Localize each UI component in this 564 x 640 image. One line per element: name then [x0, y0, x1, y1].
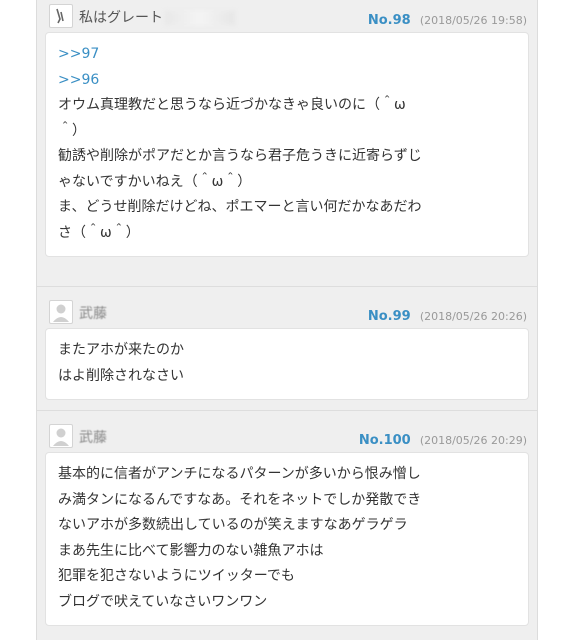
- post-99: 武藤 No.99 (2018/05/26 20:26) またアホが来たのか はよ…: [45, 296, 529, 400]
- post-meta: No.98 (2018/05/26 19:58): [368, 9, 527, 28]
- post-text-line: ま、どうせ削除だけどね、ポエマーと言い何だかなあだわ: [58, 199, 422, 215]
- thread-container: 私はグレート No.98 (2018/05/26 19:58) >>97 >>9…: [36, 0, 538, 640]
- post-text-line: またアホが来たのか: [58, 342, 184, 358]
- default-avatar-icon[interactable]: [49, 300, 73, 324]
- post-body: 基本的に信者がアンチになるパターンが多いから恨み憎し み満タンになるんですなあ。…: [45, 452, 529, 626]
- post-100: 武藤 No.100 (2018/05/26 20:29) 基本的に信者がアンチに…: [45, 420, 529, 626]
- post-header: 武藤 No.99 (2018/05/26 20:26): [45, 296, 529, 324]
- reply-anchor-link[interactable]: >>97: [58, 42, 516, 68]
- poster-name[interactable]: 武藤: [79, 303, 107, 323]
- post-date: (2018/05/26 20:29): [419, 434, 527, 447]
- post-text-line: 勧誘や削除がポアだとか言うなら君子危うきに近寄らずじ: [58, 148, 422, 164]
- post-text-line: ゃないですかいねえ（＾ω＾）: [58, 173, 252, 190]
- post-text-line: さ（＾ω＾）: [58, 224, 140, 241]
- post-text-line: まあ先生に比べて影響力のない雑魚アホは: [58, 542, 324, 559]
- post-text-line: ないアホが多数続出しているのが笑えますなあゲラゲラ: [58, 517, 408, 533]
- post-text-line: ＾）: [58, 122, 86, 139]
- default-avatar-icon[interactable]: [49, 424, 73, 448]
- post-text-line: 基本的に信者がアンチになるパターンが多いから恨み憎し: [58, 466, 421, 482]
- post-date: (2018/05/26 20:26): [419, 310, 527, 323]
- post-text-line: 犯罪を犯さないようにツイッターでも: [58, 568, 295, 584]
- post-divider: [37, 286, 537, 287]
- post-number[interactable]: No.98: [368, 13, 411, 28]
- post-number[interactable]: No.99: [368, 309, 411, 324]
- post-number[interactable]: No.100: [359, 433, 411, 448]
- post-divider: [37, 410, 537, 411]
- post-98: 私はグレート No.98 (2018/05/26 19:58) >>97 >>9…: [45, 0, 529, 257]
- post-meta: No.100 (2018/05/26 20:29): [359, 429, 527, 448]
- reply-anchor-link[interactable]: >>96: [58, 68, 516, 94]
- post-text-line: オウム真理教だと思うなら近づかなきゃ良いのに（＾ω: [58, 97, 406, 113]
- redacted-name-blur: [165, 11, 235, 25]
- post-text-line: み満タンになるんですなあ。それをネットでしか発散でき: [58, 491, 422, 508]
- poster-name[interactable]: 武藤: [79, 427, 107, 447]
- post-meta: No.99 (2018/05/26 20:26): [368, 305, 527, 324]
- post-text-line: ブログで吠えていなさいワンワン: [58, 593, 268, 610]
- post-date: (2018/05/26 19:58): [419, 14, 527, 27]
- post-header: 私はグレート No.98 (2018/05/26 19:58): [45, 0, 529, 28]
- post-header: 武藤 No.100 (2018/05/26 20:29): [45, 420, 529, 448]
- post-body: またアホが来たのか はよ削除されなさい: [45, 328, 529, 400]
- post-body: >>97 >>96 オウム真理教だと思うなら近づかなきゃ良いのに（＾ω ＾） 勧…: [45, 32, 529, 257]
- poster-name[interactable]: 私はグレート: [79, 7, 235, 27]
- post-text-line: はよ削除されなさい: [58, 367, 184, 384]
- user-avatar-icon[interactable]: [49, 4, 73, 28]
